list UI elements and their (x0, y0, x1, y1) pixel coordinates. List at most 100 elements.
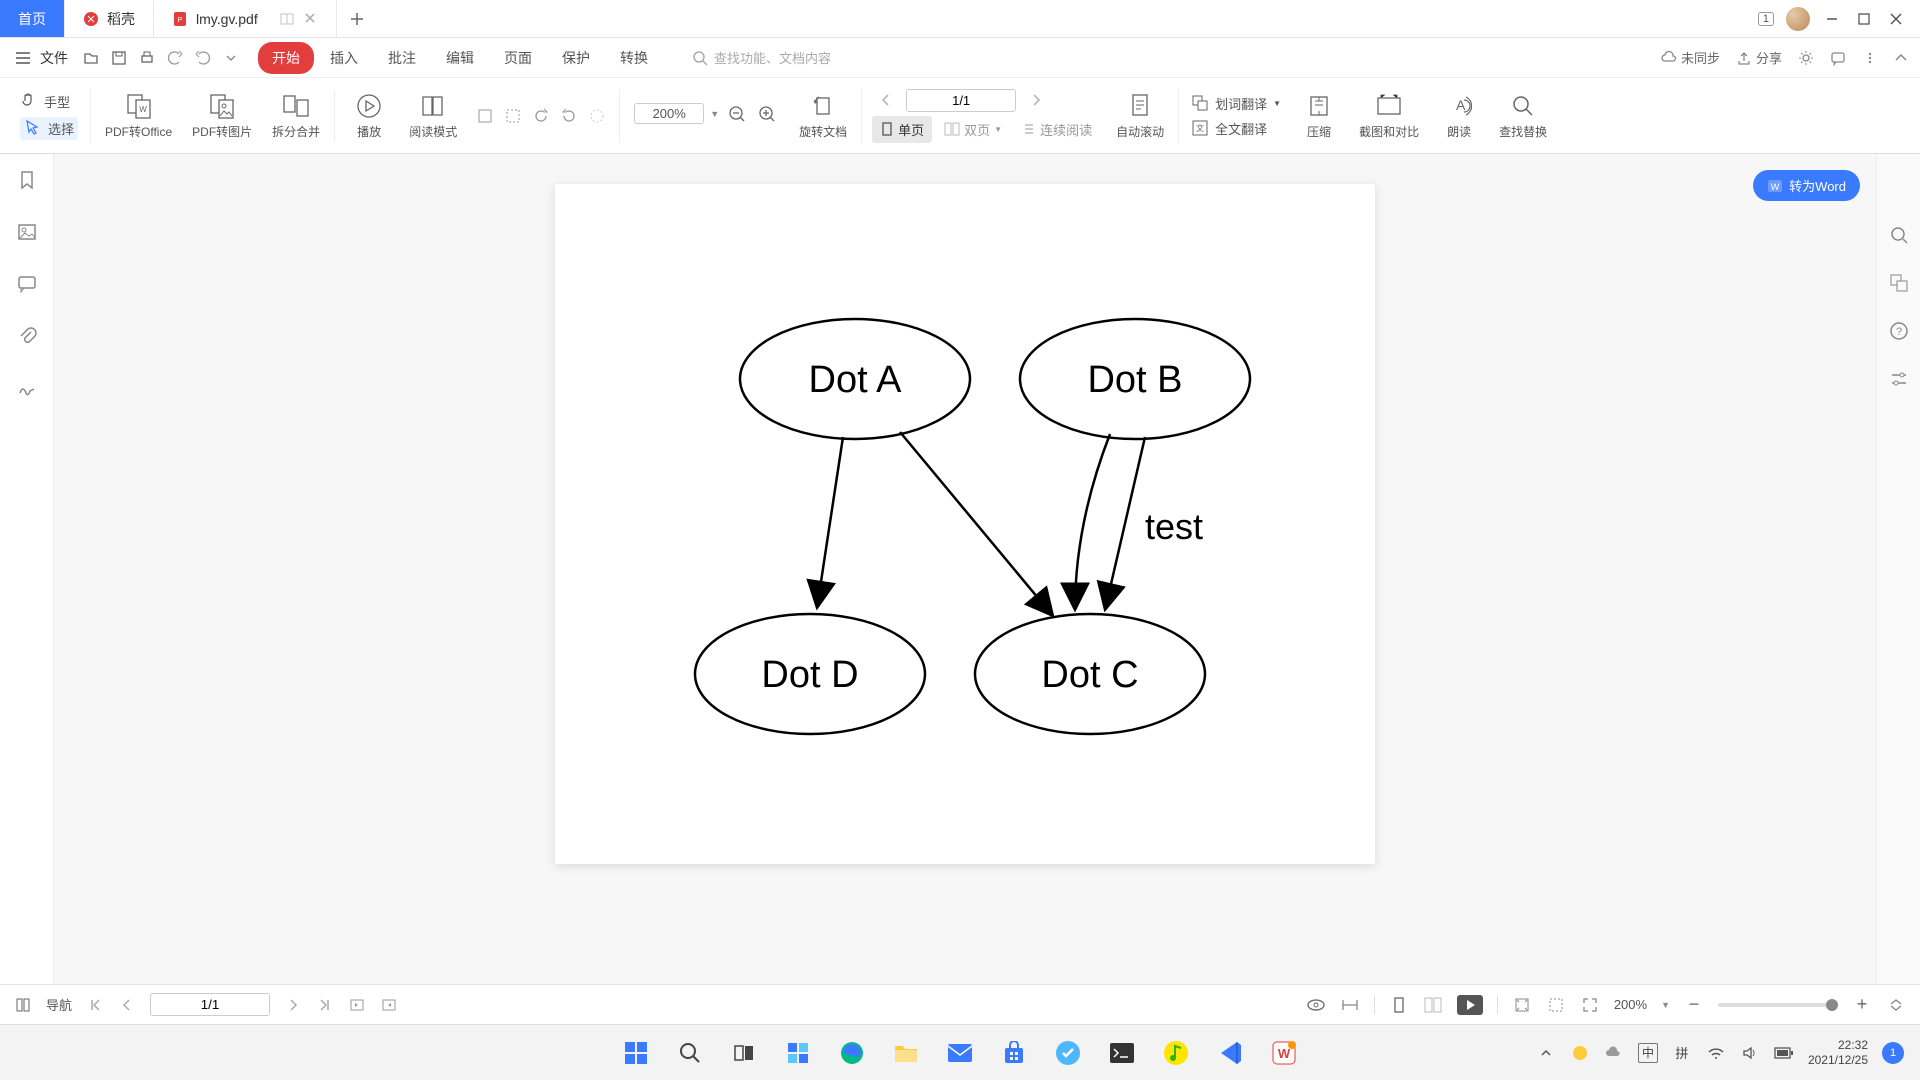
tray-app-icon[interactable] (1570, 1043, 1590, 1063)
prev-page-status-icon[interactable] (118, 996, 136, 1014)
prev-page-icon[interactable] (876, 90, 896, 110)
ime-indicator[interactable]: 中 (1638, 1043, 1658, 1063)
hand-tool[interactable]: 手型 (20, 92, 78, 111)
dashed-rotate-icon[interactable] (587, 106, 607, 126)
start-button[interactable] (616, 1033, 656, 1073)
feedback-icon[interactable] (1830, 50, 1846, 66)
expand-icon[interactable] (1886, 995, 1906, 1015)
minimize-button[interactable] (1822, 9, 1842, 29)
image-panel-icon[interactable] (15, 220, 39, 244)
volume-icon[interactable] (1740, 1043, 1760, 1063)
more-icon[interactable] (1862, 50, 1878, 66)
search-box[interactable]: 查找功能、文档内容 (692, 48, 831, 67)
store-icon[interactable] (994, 1033, 1034, 1073)
task-view-icon[interactable] (724, 1033, 764, 1073)
file-menu[interactable]: 文件 (40, 48, 68, 68)
notification-badge[interactable]: 1 (1882, 1042, 1904, 1064)
outline-icon[interactable] (14, 996, 32, 1014)
rotate-right-icon[interactable] (559, 106, 579, 126)
save-icon[interactable] (110, 49, 128, 67)
eye-icon[interactable] (1306, 995, 1326, 1015)
jump-back-icon[interactable] (348, 996, 366, 1014)
menu-start[interactable]: 开始 (258, 42, 314, 74)
last-page-icon[interactable] (316, 996, 334, 1014)
page-input[interactable] (906, 89, 1016, 112)
actual-size-icon[interactable] (1546, 995, 1566, 1015)
tray-chevron-icon[interactable] (1536, 1043, 1556, 1063)
word-translate-button[interactable]: 划词翻译▼ (1191, 94, 1281, 113)
single-page-button[interactable]: 单页 (872, 116, 932, 143)
dropdown-icon[interactable] (222, 49, 240, 67)
find-replace-button[interactable]: 查找替换 (1489, 91, 1557, 140)
next-page-icon[interactable] (1026, 90, 1046, 110)
play-status-icon[interactable] (1457, 995, 1483, 1015)
next-page-status-icon[interactable] (284, 996, 302, 1014)
zoom-slider[interactable] (1718, 1003, 1838, 1007)
auto-scroll-button[interactable]: 自动滚动 (1106, 91, 1174, 140)
jump-forward-icon[interactable] (380, 996, 398, 1014)
window-count-badge[interactable]: 1 (1758, 12, 1774, 26)
select-tool[interactable]: 选择 (20, 117, 78, 140)
maximize-button[interactable] (1854, 9, 1874, 29)
onedrive-icon[interactable] (1604, 1043, 1624, 1063)
close-window-button[interactable] (1886, 9, 1906, 29)
split-merge-button[interactable]: 拆分合并 (262, 91, 330, 140)
share-button[interactable]: 分享 (1736, 48, 1782, 67)
settings-panel-icon[interactable] (1888, 368, 1910, 390)
explorer-icon[interactable] (886, 1033, 926, 1073)
full-translate-button[interactable]: 文全文翻译 (1191, 119, 1281, 138)
zoom-in-status[interactable]: + (1852, 995, 1872, 1015)
taskbar-search-icon[interactable] (670, 1033, 710, 1073)
screenshot-compare-button[interactable]: 截图和对比 (1349, 91, 1429, 140)
zoom-out-icon[interactable] (725, 102, 749, 126)
nav-label[interactable]: 导航 (46, 995, 72, 1014)
play-button[interactable]: 播放 (339, 91, 399, 140)
split-window-icon[interactable] (280, 12, 294, 26)
close-tab-icon[interactable] (304, 12, 318, 26)
read-mode-button[interactable]: 阅读模式 (399, 91, 467, 140)
menu-protect[interactable]: 保护 (548, 42, 604, 74)
battery-icon[interactable] (1774, 1043, 1794, 1063)
signature-icon[interactable] (15, 376, 39, 400)
undo-icon[interactable] (166, 49, 184, 67)
continuous-button[interactable]: 连续阅读 (1014, 116, 1100, 143)
read-aloud-button[interactable]: A 朗读 (1429, 91, 1489, 140)
view-double-icon[interactable] (1423, 995, 1443, 1015)
app-menu-icon[interactable] (12, 47, 34, 69)
fit-page-icon[interactable] (1512, 995, 1532, 1015)
wifi-icon[interactable] (1706, 1043, 1726, 1063)
help-icon[interactable]: ? (1888, 320, 1910, 342)
comment-panel-icon[interactable] (15, 272, 39, 296)
tab-daoke[interactable]: 稻壳 (65, 0, 154, 37)
ime-mode[interactable]: 拼 (1672, 1043, 1692, 1063)
full-screen-icon[interactable] (1580, 995, 1600, 1015)
pdf-to-office-button[interactable]: W PDF转Office (95, 91, 182, 140)
taskbar-clock[interactable]: 22:32 2021/12/25 (1808, 1038, 1868, 1067)
double-page-button[interactable]: 双页▼ (936, 116, 1010, 143)
open-icon[interactable] (82, 49, 100, 67)
attachment-icon[interactable] (15, 324, 39, 348)
menu-insert[interactable]: 插入 (316, 42, 372, 74)
terminal-icon[interactable] (1102, 1033, 1142, 1073)
menu-convert[interactable]: 转换 (606, 42, 662, 74)
menu-edit[interactable]: 编辑 (432, 42, 488, 74)
print-icon[interactable] (138, 49, 156, 67)
view-single-icon[interactable] (1389, 995, 1409, 1015)
mail-icon[interactable] (940, 1033, 980, 1073)
wps-icon[interactable]: W (1264, 1033, 1304, 1073)
menu-page[interactable]: 页面 (490, 42, 546, 74)
document-canvas[interactable]: Dot A Dot B Dot D Dot C test (54, 154, 1876, 1040)
crop-icon-1[interactable] (475, 106, 495, 126)
convert-to-word-button[interactable]: W 转为Word (1753, 170, 1860, 201)
collapse-ribbon-icon[interactable] (1894, 51, 1908, 65)
vscode-icon[interactable] (1210, 1033, 1250, 1073)
rotate-left-icon[interactable] (531, 106, 551, 126)
search-panel-icon[interactable] (1888, 224, 1910, 246)
edge-icon[interactable] (832, 1033, 872, 1073)
translate-panel-icon[interactable] (1888, 272, 1910, 294)
qq-music-icon[interactable] (1156, 1033, 1196, 1073)
status-page-input[interactable] (150, 993, 270, 1016)
zoom-in-icon[interactable] (755, 102, 779, 126)
redo-icon[interactable] (194, 49, 212, 67)
compress-button[interactable]: 压缩 (1289, 91, 1349, 140)
